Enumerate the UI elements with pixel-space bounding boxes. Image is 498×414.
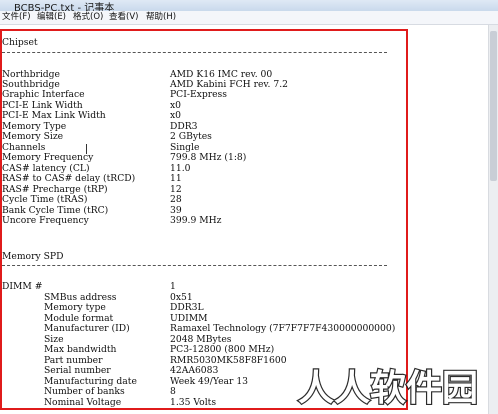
menu-file[interactable]: 文件(F)	[2, 11, 31, 24]
title-bar: BCBS-PC.txt - 记事本	[0, 0, 498, 11]
row-value: 399.9 MHz	[170, 215, 222, 226]
menu-view[interactable]: 查看(V)	[109, 11, 138, 24]
section-divider	[2, 52, 387, 53]
menu-bar: 文件(F) 编辑(E) 格式(O) 查看(V) 帮助(H)	[0, 11, 498, 25]
row-value: Week 49/Year 13	[170, 376, 249, 387]
vertical-scrollbar[interactable]	[488, 25, 498, 414]
text-area[interactable]: Chipset Northbridge AMD K16 IMC rev. 00 …	[0, 25, 488, 414]
dimm-label: DIMM #	[2, 281, 43, 292]
window-title: BCBS-PC.txt - 记事本	[14, 3, 115, 11]
spd-heading: Memory SPD	[2, 251, 64, 262]
text-cursor	[86, 144, 87, 154]
watermark-logo: 人人软件园	[297, 367, 479, 410]
row-label: Nominal Voltage	[44, 397, 122, 408]
menu-edit[interactable]: 编辑(E)	[37, 11, 66, 24]
chipset-heading: Chipset	[2, 37, 38, 48]
row-value: 1.35 Volts	[170, 397, 217, 408]
menu-help[interactable]: 帮助(H)	[146, 11, 176, 24]
section-divider	[2, 265, 387, 266]
row-label: Uncore Frequency	[2, 215, 89, 226]
svg-text:人人软件园: 人人软件园	[298, 368, 478, 409]
menu-format[interactable]: 格式(O)	[73, 11, 103, 24]
scrollbar-thumb[interactable]	[490, 31, 497, 181]
